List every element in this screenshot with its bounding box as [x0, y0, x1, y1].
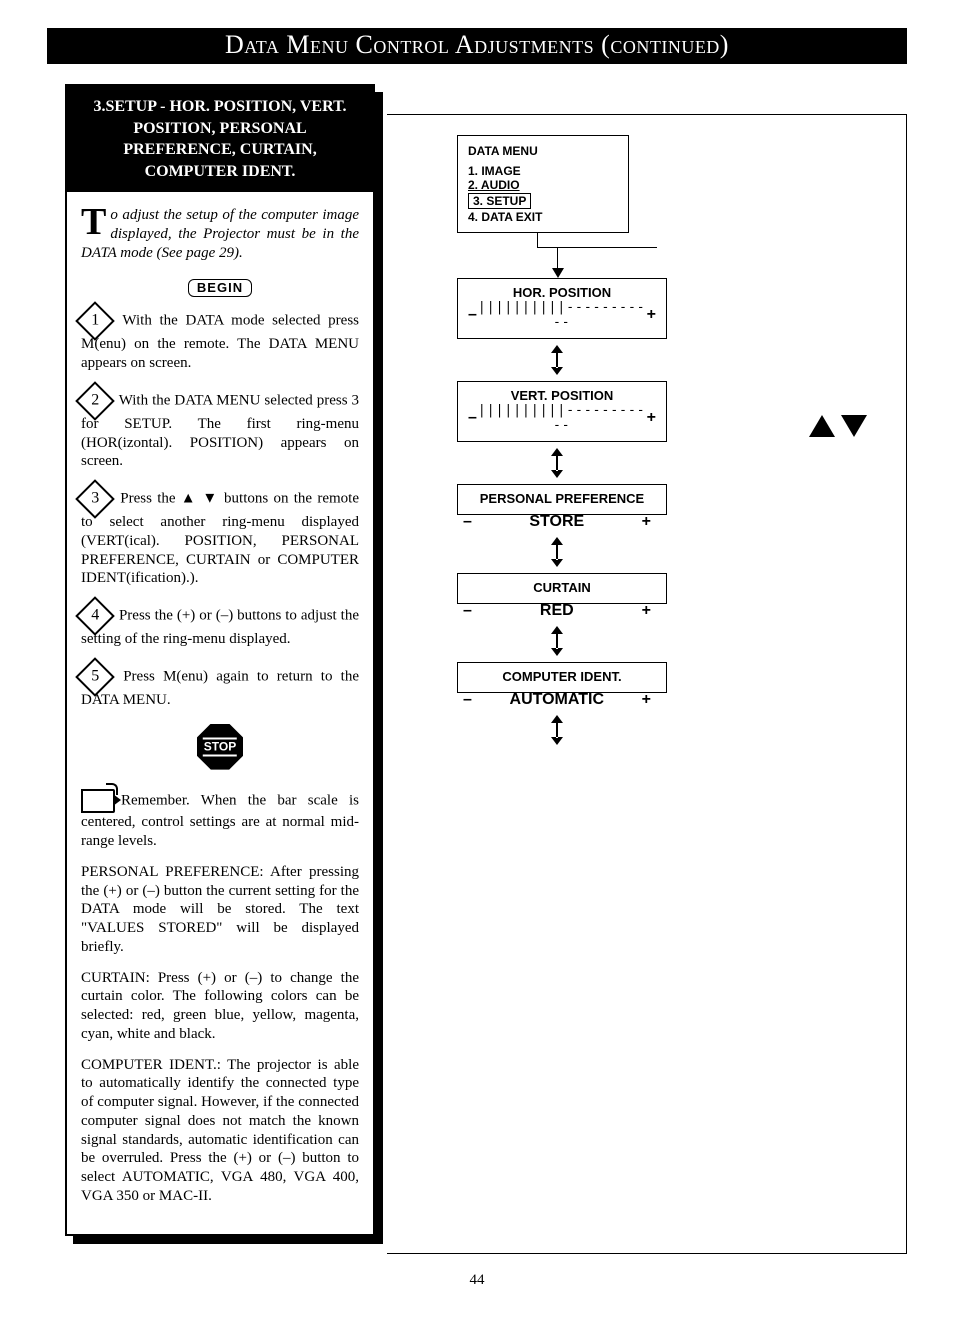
ring-value: RED [472, 602, 642, 620]
intro-text: To adjust the setup of the computer imag… [81, 206, 359, 262]
data-menu-header: DATA MENU [468, 144, 618, 158]
ring-title: COMPUTER IDENT. [462, 669, 662, 684]
page-title: Data Menu Control Adjustments (continued… [47, 28, 907, 64]
plus-icon: + [647, 409, 656, 427]
note-curtain: CURTAIN: Press (+) or (–) to change the … [81, 969, 359, 1044]
note-remember-text: Remember. When the bar scale is centered… [81, 793, 359, 849]
menu-item-audio: 2. AUDIO [468, 178, 618, 192]
up-down-icon [809, 415, 867, 437]
updown-arrow-icon [457, 626, 657, 656]
plus-icon: + [642, 513, 651, 531]
step-1-text: With the DATA mode selected press M(enu)… [81, 313, 359, 371]
intro-rest: o adjust the setup of the computer image… [81, 207, 359, 261]
note-computer-ident: COMPUTER IDENT.: The projector is able t… [81, 1056, 359, 1206]
step-1: 1 With the DATA mode selected press M(en… [81, 307, 359, 373]
step-4: 4 Press the (+) or (–) buttons to adjust… [81, 602, 359, 649]
data-menu-box: DATA MENU 1. IMAGE 2. AUDIO 3. SETUP 4. … [457, 135, 629, 233]
ring-vert-position: VERT. POSITION – ||||||||||----------- + [457, 381, 667, 442]
ring-computer-ident: COMPUTER IDENT. [457, 662, 667, 693]
ring-value: ||||||||||----------- [477, 403, 647, 433]
plus-icon: + [642, 691, 651, 709]
note-icon [81, 789, 115, 813]
left-column: 3.SETUP - HOR. POSITION, VERT. POSITION,… [65, 84, 387, 1236]
step-2-text: With the DATA MENU selected press 3 for … [81, 392, 359, 469]
minus-icon: – [463, 602, 472, 620]
step-marker-icon: 2 [75, 381, 115, 421]
updown-arrow-icon [457, 537, 657, 567]
menu-item-setup: 3. SETUP [468, 193, 531, 209]
step-marker-icon: 4 [75, 596, 115, 636]
minus-icon: – [468, 409, 477, 427]
minus-icon: – [468, 306, 477, 324]
step-5-text: Press M(enu) again to return to the DATA… [81, 668, 359, 708]
plus-icon: + [647, 306, 656, 324]
note-personal-pref: PERSONAL PREFERENCE: After pressing the … [81, 863, 359, 957]
page-number: 44 [47, 1272, 907, 1289]
ring-personal-pref: PERSONAL PREFERENCE [457, 484, 667, 515]
begin-label: BEGIN [188, 279, 252, 297]
step-5: 5 Press M(enu) again to return to the DA… [81, 663, 359, 710]
ring-title: HOR. POSITION [462, 285, 662, 300]
menu-item-data-exit: 4. DATA EXIT [468, 210, 618, 224]
step-marker-icon: 3 [75, 479, 115, 519]
ring-hor-position: HOR. POSITION – ||||||||||----------- + [457, 278, 667, 339]
step-4-text: Press the (+) or (–) buttons to adjust t… [81, 608, 359, 648]
ring-curtain: CURTAIN [457, 573, 667, 604]
ring-title: PERSONAL PREFERENCE [462, 491, 662, 506]
minus-icon: – [463, 691, 472, 709]
step-marker-icon: 5 [75, 657, 115, 697]
ring-value: AUTOMATIC [472, 691, 642, 709]
updown-arrow-icon [457, 715, 657, 745]
instruction-panel: 3.SETUP - HOR. POSITION, VERT. POSITION,… [65, 84, 375, 1236]
step-3-text: Press the ▲ ▼ buttons on the remote to s… [81, 491, 359, 587]
note-remember: Remember. When the bar scale is centered… [81, 789, 359, 851]
updown-arrow-icon [457, 345, 657, 375]
stop-label: STOP [203, 737, 237, 756]
step-3: 3 Press the ▲ ▼ buttons on the remote to… [81, 485, 359, 588]
menu-item-image: 1. IMAGE [468, 164, 618, 178]
minus-icon: – [463, 513, 472, 531]
ring-value: ||||||||||----------- [477, 300, 647, 330]
ring-value: STORE [472, 513, 642, 531]
drop-cap: T [81, 206, 110, 238]
section-heading: 3.SETUP - HOR. POSITION, VERT. POSITION,… [67, 86, 373, 192]
plus-icon: + [642, 602, 651, 620]
updown-arrow-icon [457, 448, 657, 478]
ring-title: VERT. POSITION [462, 388, 662, 403]
diagram-panel: DATA MENU 1. IMAGE 2. AUDIO 3. SETUP 4. … [387, 114, 907, 1254]
step-2: 2 With the DATA MENU selected press 3 fo… [81, 387, 359, 471]
stop-icon: STOP [197, 724, 243, 770]
ring-title: CURTAIN [462, 580, 662, 595]
